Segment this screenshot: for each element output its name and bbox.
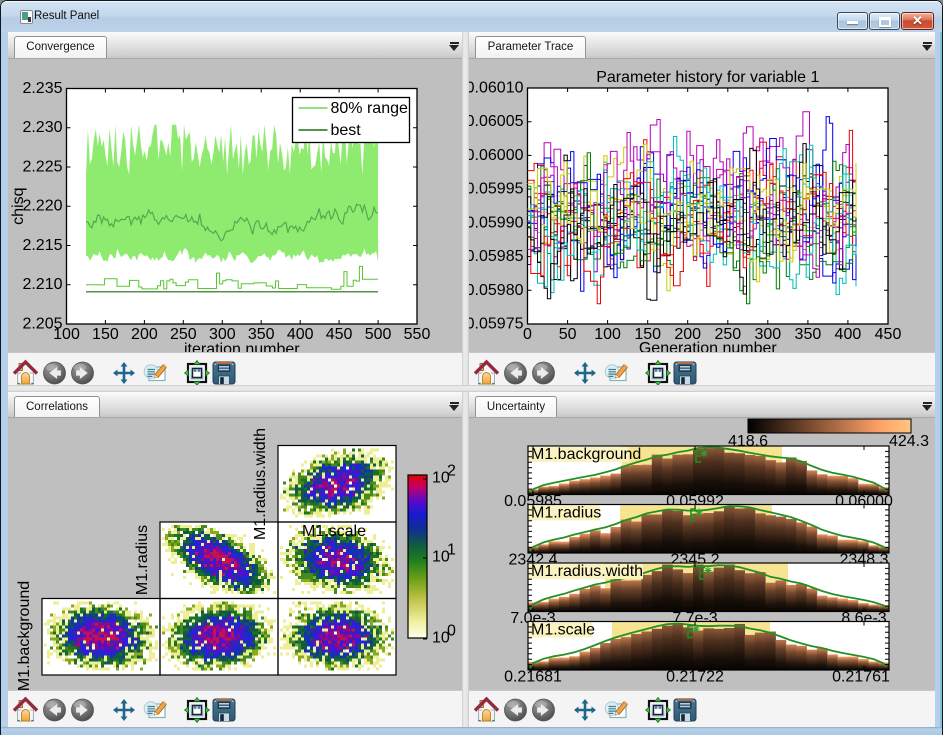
svg-text:2: 2 [447, 463, 456, 480]
svg-text:0.05995: 0.05995 [469, 181, 524, 198]
svg-text:80% range: 80% range [331, 100, 408, 117]
svg-text:0.06005: 0.06005 [469, 113, 524, 130]
svg-text:450: 450 [875, 326, 902, 343]
svg-text:0.21722: 0.21722 [666, 669, 724, 686]
svg-text:best: best [331, 122, 362, 139]
svg-text:0.06010: 0.06010 [469, 80, 524, 97]
svg-text:M1.background: M1.background [531, 446, 641, 463]
svg-text:2.210: 2.210 [22, 276, 62, 293]
svg-text:500: 500 [365, 326, 392, 343]
svg-text:Generation number: Generation number [639, 340, 778, 352]
svg-text:2.225: 2.225 [22, 159, 62, 176]
svg-text:2.220: 2.220 [22, 198, 62, 215]
svg-text:450: 450 [326, 326, 353, 343]
svg-text:100: 100 [594, 326, 621, 343]
svg-text:M1.radius: M1.radius [134, 525, 151, 595]
svg-text:2.230: 2.230 [22, 119, 62, 136]
svg-text:0.21761: 0.21761 [832, 669, 890, 686]
svg-text:1: 1 [447, 542, 456, 559]
svg-text:M1.scale: M1.scale [302, 523, 366, 540]
svg-text:M1.scale: M1.scale [531, 622, 595, 639]
svg-text:2.215: 2.215 [22, 237, 62, 254]
svg-text:0.05975: 0.05975 [469, 316, 524, 333]
svg-text:0.05980: 0.05980 [469, 282, 524, 299]
svg-text:2.235: 2.235 [22, 80, 62, 97]
svg-text:2.205: 2.205 [22, 316, 62, 333]
svg-text:M1.radius: M1.radius [531, 505, 601, 522]
svg-text:0: 0 [447, 623, 456, 640]
svg-text:400: 400 [835, 326, 862, 343]
svg-text:0.06000: 0.06000 [469, 147, 524, 164]
svg-text:150: 150 [92, 326, 119, 343]
svg-text:M1.radius.width: M1.radius.width [531, 563, 643, 580]
svg-text:50: 50 [559, 326, 577, 343]
svg-text:0.05990: 0.05990 [469, 214, 524, 231]
svg-text:0: 0 [523, 326, 532, 343]
svg-text:200: 200 [131, 326, 158, 343]
svg-text:Parameter history for variable: Parameter history for variable 1 [596, 69, 819, 86]
svg-text:424.3: 424.3 [889, 433, 929, 450]
svg-text:M1.background: M1.background [16, 581, 33, 690]
svg-text:M1.radius.width: M1.radius.width [252, 428, 269, 540]
svg-text:0.21681: 0.21681 [504, 669, 562, 686]
svg-text:550: 550 [404, 326, 431, 343]
svg-text:chisq: chisq [10, 188, 27, 225]
svg-text:0.05985: 0.05985 [469, 248, 524, 265]
svg-text:iteration number: iteration number [184, 341, 300, 352]
svg-text:350: 350 [795, 326, 822, 343]
